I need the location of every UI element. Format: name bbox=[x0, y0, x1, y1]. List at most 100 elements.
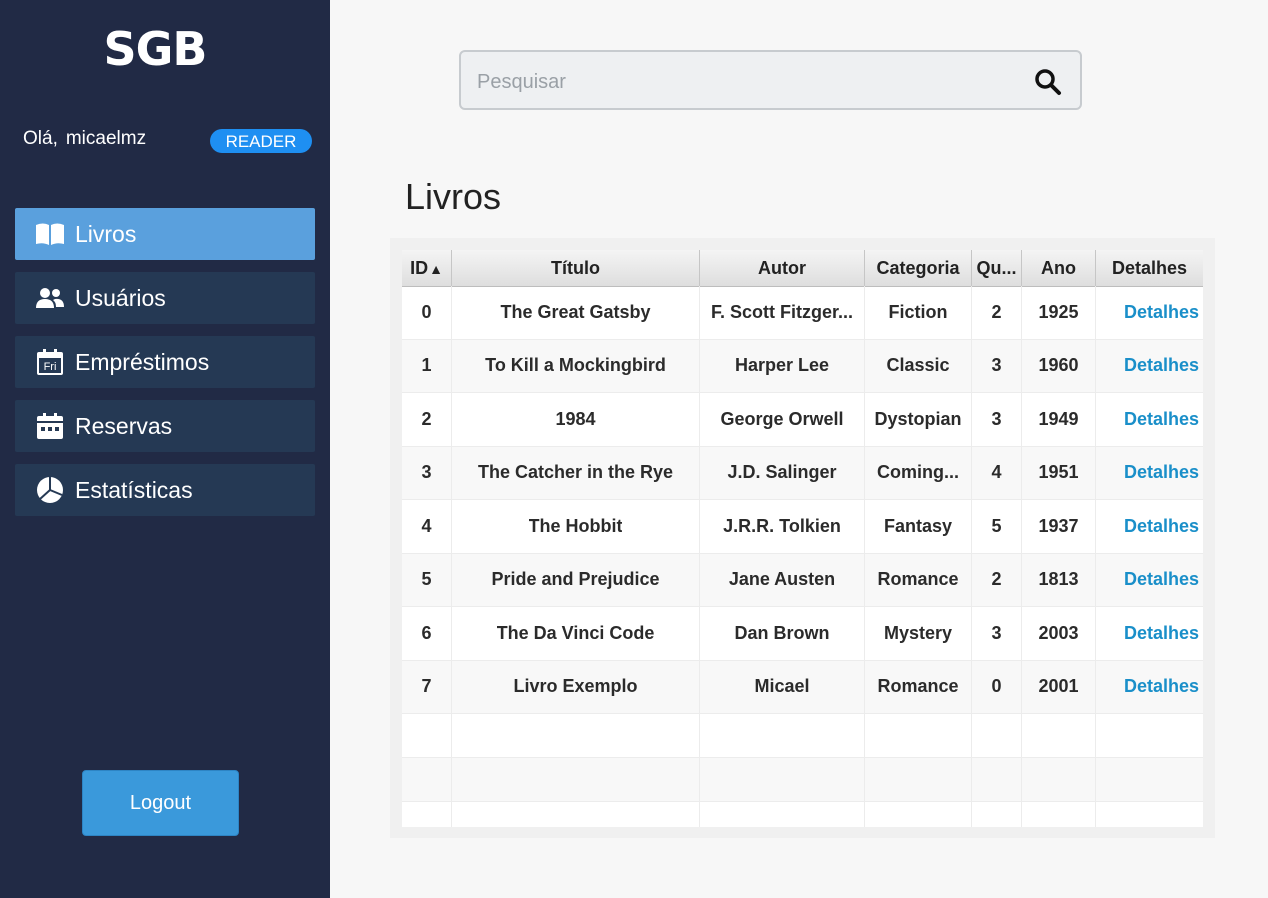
cell-author: Harper Lee bbox=[734, 355, 830, 376]
sidebar-item-label: Estatísticas bbox=[75, 476, 193, 503]
cell-author: F. Scott Fitzger... bbox=[710, 301, 853, 322]
calendar-day-icon: Fri bbox=[35, 348, 65, 376]
username: micaelmz bbox=[65, 128, 147, 149]
cell-category: Romance bbox=[877, 676, 959, 697]
logout-button[interactable]: Logout bbox=[82, 770, 239, 836]
cell-author: Micael bbox=[754, 676, 810, 697]
cell-id: 2 bbox=[421, 408, 432, 429]
cell-title: The Hobbit bbox=[528, 515, 623, 536]
cell-id: 5 bbox=[421, 569, 432, 590]
cell-id: 4 bbox=[421, 515, 432, 536]
column-header-autor[interactable]: Autor bbox=[700, 250, 865, 286]
greeting-text: Olá, bbox=[23, 128, 58, 149]
sidebar-item-livros[interactable]: Livros bbox=[15, 208, 315, 260]
cell-category: Fiction bbox=[888, 301, 948, 322]
cell-category: Classic bbox=[886, 355, 950, 376]
table-row[interactable]: 5 Pride and Prejudice Jane Austen Romanc… bbox=[402, 553, 1203, 607]
cell-quantity: 3 bbox=[991, 408, 1002, 429]
column-header-ano[interactable]: Ano bbox=[1022, 250, 1096, 286]
empty-row bbox=[402, 802, 1203, 827]
column-header-quantidade[interactable]: Qu... bbox=[972, 250, 1022, 286]
sidebar-item-reservas[interactable]: Reservas bbox=[15, 400, 315, 452]
cell-author: Dan Brown bbox=[734, 622, 830, 643]
empty-row bbox=[402, 714, 1203, 758]
details-link[interactable]: Detalhes bbox=[1124, 569, 1199, 590]
calendar-day-text: Fri bbox=[44, 361, 57, 373]
cell-id: 1 bbox=[421, 355, 432, 376]
cell-category: Mystery bbox=[883, 622, 953, 643]
details-link[interactable]: Detalhes bbox=[1124, 462, 1199, 483]
cell-id: 6 bbox=[421, 622, 432, 643]
app-logo: SGB bbox=[103, 22, 208, 76]
table-row[interactable]: 3 The Catcher in the Rye J.D. Salinger C… bbox=[402, 446, 1203, 500]
sidebar-item-label: Livros bbox=[75, 220, 137, 247]
sort-ascending-icon: ▲ bbox=[429, 261, 443, 277]
details-link[interactable]: Detalhes bbox=[1124, 409, 1199, 430]
cell-id: 7 bbox=[421, 676, 432, 697]
search-input[interactable] bbox=[475, 64, 1019, 100]
calendar-dots-icon bbox=[35, 412, 65, 440]
table-row[interactable]: 4 The Hobbit J.R.R. Tolkien Fantasy 5 19… bbox=[402, 500, 1203, 554]
sidebar-item-label: Empréstimos bbox=[75, 348, 210, 375]
cell-year: 1937 bbox=[1038, 515, 1079, 536]
details-link[interactable]: Detalhes bbox=[1124, 623, 1199, 644]
cell-quantity: 3 bbox=[991, 355, 1002, 376]
user-greeting: Olá, micaelmz bbox=[23, 128, 146, 150]
cell-year: 2001 bbox=[1038, 676, 1079, 697]
table-row[interactable]: 2 1984 George Orwell Dystopian 3 1949 De… bbox=[402, 393, 1203, 447]
cell-title: The Catcher in the Rye bbox=[477, 462, 674, 483]
search-bar bbox=[459, 50, 1082, 110]
table-row[interactable]: 7 Livro Exemplo Micael Romance 0 2001 De… bbox=[402, 660, 1203, 714]
page-title: Livros bbox=[405, 176, 502, 217]
cell-quantity: 2 bbox=[991, 569, 1002, 590]
cell-quantity: 0 bbox=[991, 676, 1002, 697]
cell-title: To Kill a Mockingbird bbox=[485, 355, 666, 376]
table-row[interactable]: 6 The Da Vinci Code Dan Brown Mystery 3 … bbox=[402, 607, 1203, 661]
table-body: 0 The Great Gatsby F. Scott Fitzger... F… bbox=[402, 286, 1203, 827]
column-header-titulo[interactable]: Título bbox=[452, 250, 700, 286]
cell-title: The Great Gatsby bbox=[500, 301, 651, 322]
column-header-categoria[interactable]: Categoria bbox=[865, 250, 972, 286]
table-row[interactable]: 1 To Kill a Mockingbird Harper Lee Class… bbox=[402, 339, 1203, 393]
details-link[interactable]: Detalhes bbox=[1124, 676, 1199, 697]
cell-author: J.R.R. Tolkien bbox=[723, 515, 841, 536]
sidebar-item-emprestimos[interactable]: Fri Empréstimos bbox=[15, 336, 315, 388]
users-icon bbox=[35, 284, 65, 312]
sidebar-item-usuarios[interactable]: Usuários bbox=[15, 272, 315, 324]
role-badge: READER bbox=[210, 129, 312, 153]
details-link[interactable]: Detalhes bbox=[1124, 516, 1199, 537]
cell-category: Romance bbox=[877, 569, 959, 590]
details-link[interactable]: Detalhes bbox=[1124, 355, 1199, 376]
cell-category: Fantasy bbox=[883, 515, 953, 536]
cell-category: Coming... bbox=[877, 462, 959, 483]
details-link[interactable]: Detalhes bbox=[1124, 302, 1199, 323]
cell-year: 2003 bbox=[1038, 622, 1079, 643]
column-header-id[interactable]: ID▲ bbox=[402, 250, 452, 286]
search-icon[interactable] bbox=[1034, 68, 1062, 100]
cell-title: 1984 bbox=[555, 408, 596, 429]
cell-year: 1925 bbox=[1038, 301, 1079, 322]
cell-id: 3 bbox=[421, 462, 432, 483]
cell-quantity: 3 bbox=[991, 622, 1002, 643]
sidebar-item-estatisticas[interactable]: Estatísticas bbox=[15, 464, 315, 516]
cell-category: Dystopian bbox=[874, 408, 962, 429]
cell-quantity: 2 bbox=[991, 301, 1002, 322]
cell-title: Livro Exemplo bbox=[513, 676, 638, 697]
cell-author: Jane Austen bbox=[728, 569, 836, 590]
cell-year: 1949 bbox=[1038, 408, 1079, 429]
cell-title: The Da Vinci Code bbox=[496, 622, 655, 643]
books-table: ID▲ Título Autor Categoria Qu... Ano Det… bbox=[402, 250, 1203, 827]
pie-chart-icon bbox=[35, 476, 65, 504]
cell-title: Pride and Prejudice bbox=[491, 569, 660, 590]
sidebar-item-label: Usuários bbox=[75, 284, 166, 311]
book-open-icon bbox=[35, 220, 65, 248]
cell-year: 1951 bbox=[1038, 462, 1079, 483]
table-row[interactable]: 0 The Great Gatsby F. Scott Fitzger... F… bbox=[402, 286, 1203, 340]
cell-author: George Orwell bbox=[720, 408, 844, 429]
sidebar: SGB Olá, micaelmz READER Livros Usuários … bbox=[0, 0, 330, 898]
cell-year: 1960 bbox=[1038, 355, 1079, 376]
cell-quantity: 4 bbox=[991, 462, 1002, 483]
cell-quantity: 5 bbox=[991, 515, 1002, 536]
sidebar-item-label: Reservas bbox=[75, 412, 173, 439]
column-header-detalhes[interactable]: Detalhes bbox=[1096, 250, 1203, 286]
